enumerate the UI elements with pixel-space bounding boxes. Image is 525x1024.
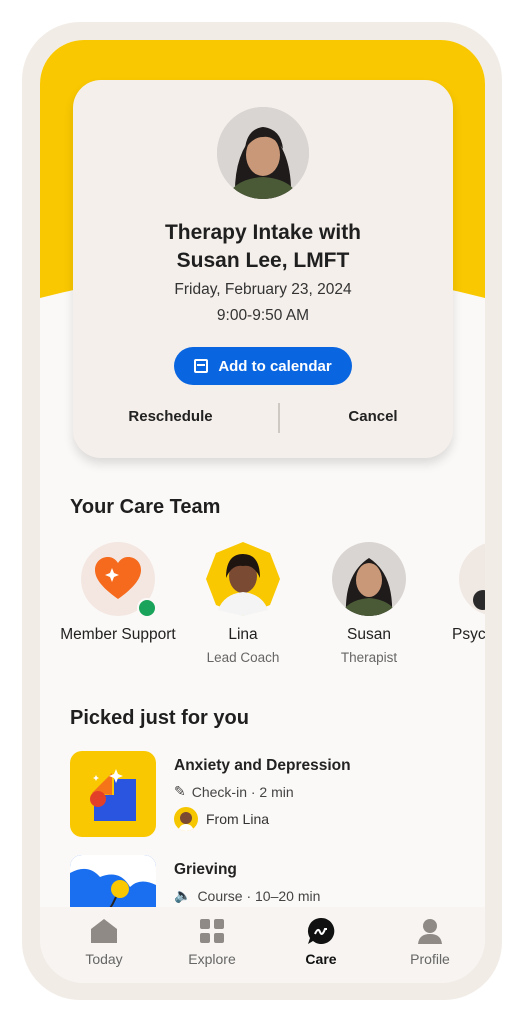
pick-meta: ✎ Check-in · 2 min [174,783,294,800]
speaker-icon: 🔈 [174,887,192,903]
anxiety-thumbnail [70,751,156,837]
tab-label: Profile [410,951,450,967]
pick-title: Grieving [174,861,237,878]
member-name: Susan [347,626,391,643]
care-member-susan[interactable]: Susan Therapist [304,542,434,665]
calendar-icon [194,359,209,373]
pick-meta-text: Check-in · 2 min [191,783,294,800]
appointment-title: Therapy Intake with Susan Lee, LMFT [164,221,362,272]
home-icon [59,917,149,945]
add-to-calendar-label: Add to calendar [218,357,332,375]
add-to-calendar-button[interactable]: Add to calendar [174,347,352,385]
tab-label: Today [85,951,123,967]
pencil-icon: ✎ [174,783,186,799]
care-member-psychiatrist[interactable]: Psyc [431,542,485,644]
person-icon [385,917,475,945]
pick-from-text: From Lina [206,811,270,827]
lina-mini-avatar [174,807,198,831]
psychiatrist-avatar [459,542,485,616]
pick-item-anxiety[interactable]: Anxiety and Depression ✎ Check-in · 2 mi… [70,751,470,841]
pick-title: Anxiety and Depression [174,757,351,774]
therapist-avatar [217,107,309,199]
app-screen: Therapy Intake with Susan Lee, LMFT Frid… [40,40,485,983]
member-name: Lina [228,626,258,643]
tab-label: Care [305,951,337,967]
cancel-button[interactable]: Cancel [313,408,433,425]
lina-avatar [206,542,280,616]
tab-explore[interactable]: Explore [167,917,257,967]
member-role: Therapist [340,650,398,665]
pick-from: From Lina [174,807,269,831]
picks-title: Picked just for you [70,707,249,729]
grid-icon [167,917,257,945]
member-name: Member Support [60,626,176,643]
care-member-support[interactable]: Member Support [53,542,183,644]
tab-care[interactable]: Care [276,917,366,967]
susan-avatar [332,542,406,616]
care-team-title: Your Care Team [70,496,221,518]
member-name: Psyc [452,626,485,643]
badge-icon [473,590,485,610]
chat-icon [276,917,366,945]
reschedule-button[interactable]: Reschedule [103,408,238,425]
appointment-date: Friday, February 23, 2024 [174,281,352,298]
tab-profile[interactable]: Profile [385,917,475,967]
online-status-dot [137,598,157,618]
care-member-lina[interactable]: Lina Lead Coach [178,542,308,665]
pick-meta: 🔈 Course · 10–20 min [174,887,320,904]
tab-today[interactable]: Today [59,917,149,967]
tab-label: Explore [188,951,236,967]
pick-meta-text: Course · 10–20 min [197,887,321,904]
action-divider [278,403,280,433]
bottom-tab-bar: Today Explore Care Profile [40,907,485,983]
member-role: Lead Coach [206,650,280,665]
appointment-time: 9:00-9:50 AM [216,307,310,324]
appointment-card: Therapy Intake with Susan Lee, LMFT Frid… [73,80,453,458]
member-support-avatar [81,542,157,618]
